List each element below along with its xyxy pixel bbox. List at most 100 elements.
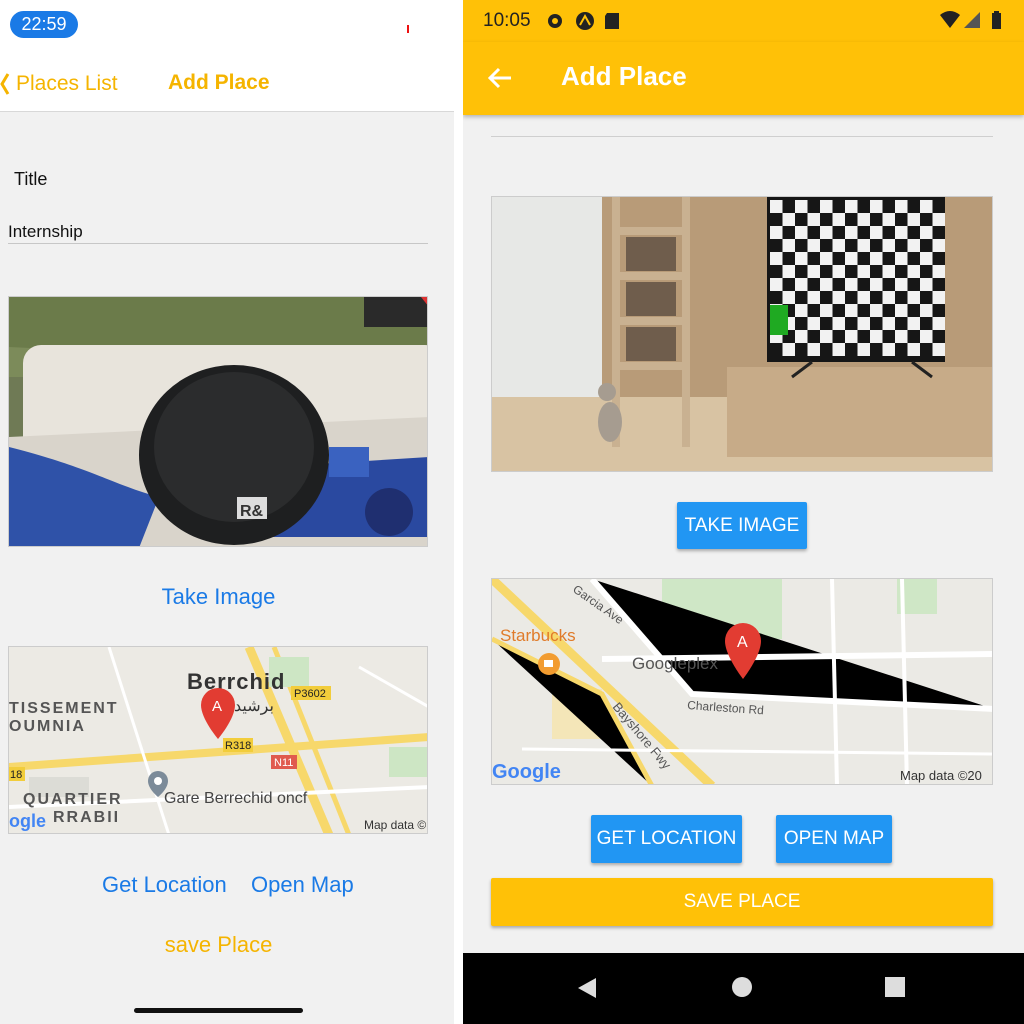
- checker-square: [907, 213, 920, 226]
- checker-square: [795, 304, 808, 317]
- google-logo: ogle: [9, 811, 46, 831]
- checker-square: [870, 278, 883, 291]
- map-place-label: Googleplex: [632, 654, 719, 673]
- map-district-label: TISSEMENT: [9, 700, 119, 717]
- checker-square: [857, 239, 870, 252]
- checker-square: [932, 291, 945, 304]
- wifi-icon: [940, 11, 960, 28]
- checker-square: [832, 265, 845, 278]
- save-place-button[interactable]: SAVE PLACE: [491, 878, 993, 926]
- checker-square: [795, 330, 808, 343]
- checker-square: [907, 265, 920, 278]
- checker-square: [795, 252, 808, 265]
- title-input-underline[interactable]: [491, 136, 993, 137]
- checker-square: [795, 278, 808, 291]
- sd-card-icon: [605, 13, 619, 29]
- checker-square: [832, 239, 845, 252]
- checker-square: [795, 200, 808, 213]
- checker-square: [920, 304, 933, 317]
- back-button[interactable]: Places List: [0, 68, 118, 100]
- location-map-preview[interactable]: Starbucks Googleplex Charleston Rd Garci…: [491, 578, 993, 785]
- checker-square: [920, 200, 933, 213]
- get-location-button[interactable]: GET LOCATION: [591, 815, 742, 863]
- status-bar: 10:05: [463, 0, 1024, 42]
- nav-back-icon[interactable]: [576, 976, 598, 1000]
- back-button-label: Places List: [16, 72, 118, 95]
- chevron-left-icon: [0, 73, 10, 95]
- checker-square: [807, 213, 820, 226]
- checker-square: [820, 278, 833, 291]
- checker-square: [845, 304, 858, 317]
- checker-square: [895, 252, 908, 265]
- title-input[interactable]: Internship: [8, 222, 428, 244]
- checker-square: [882, 239, 895, 252]
- location-map-preview[interactable]: Berrchid برشيد TISSEMENT OUMNIA QUARTIER…: [8, 646, 428, 834]
- ios-screen: 22:59 Places List Add Place Title Intern…: [0, 0, 454, 1024]
- map-city-label: Berrchid: [187, 669, 285, 694]
- checker-square: [920, 252, 933, 265]
- checker-square: [907, 239, 920, 252]
- page-title: Add Place: [561, 61, 687, 91]
- status-system-icons: [940, 11, 1001, 29]
- checker-square: [920, 330, 933, 343]
- map-road-label: R318: [225, 740, 251, 752]
- checker-square: [870, 304, 883, 317]
- nav-home-icon[interactable]: [731, 976, 753, 998]
- checker-square: [932, 265, 945, 278]
- map-tiles: Starbucks Googleplex Charleston Rd Garci…: [492, 579, 992, 784]
- map-road-label: N11: [274, 757, 293, 769]
- navigation-bar: [463, 953, 1024, 1024]
- place-photo: [491, 196, 993, 472]
- signal-icon: [964, 12, 980, 28]
- checker-square: [820, 304, 833, 317]
- settings-icon: [548, 14, 562, 28]
- take-image-button[interactable]: Take Image: [0, 584, 437, 610]
- map-attribution: Map data ©: [364, 818, 426, 832]
- map-road-label: P3602: [294, 688, 326, 700]
- checker-square: [770, 200, 783, 213]
- app-bar: Add Place: [463, 42, 1024, 115]
- checker-square: [932, 213, 945, 226]
- take-image-button[interactable]: TAKE IMAGE: [677, 502, 807, 549]
- nav-recents-icon[interactable]: [885, 977, 905, 997]
- map-district-label: QUARTIER: [23, 791, 123, 808]
- map-district-label: OUMNIA: [9, 718, 86, 735]
- map-station-label: Gare Berrechid oncf: [164, 790, 308, 807]
- checker-square: [907, 343, 920, 356]
- checker-square: [832, 317, 845, 330]
- checker-square: [907, 291, 920, 304]
- checker-square: [895, 226, 908, 239]
- cafe-pin-icon: [538, 653, 560, 675]
- get-location-button[interactable]: Get Location: [102, 872, 227, 898]
- checker-square: [845, 330, 858, 343]
- checker-square: [782, 291, 795, 304]
- home-indicator[interactable]: [134, 1008, 303, 1013]
- open-map-button[interactable]: OPEN MAP: [776, 815, 892, 863]
- place-photo: R&: [8, 296, 428, 547]
- checker-square: [845, 278, 858, 291]
- checker-square: [782, 239, 795, 252]
- checker-square: [920, 226, 933, 239]
- checker-square: [845, 200, 858, 213]
- checker-square: [807, 343, 820, 356]
- map-marker-letter: A: [737, 634, 748, 651]
- status-time: 22:59: [10, 11, 78, 38]
- map-marker-letter: A: [212, 698, 222, 715]
- checker-square: [807, 291, 820, 304]
- save-place-button[interactable]: save Place: [0, 932, 437, 958]
- open-map-button[interactable]: Open Map: [251, 872, 354, 898]
- checker-square: [907, 317, 920, 330]
- android-screen: 10:05 Add Place TAKE IMAGE Starbucks Goo…: [463, 0, 1024, 1024]
- checker-square: [882, 343, 895, 356]
- photo-mouse-on-pad: R&: [9, 297, 427, 546]
- checker-square: [832, 343, 845, 356]
- checker-square: [870, 226, 883, 239]
- checker-square: [795, 226, 808, 239]
- checker-square: [932, 239, 945, 252]
- checker-square: [882, 265, 895, 278]
- page-title: Add Place: [168, 71, 270, 94]
- checker-square: [845, 226, 858, 239]
- checker-square: [895, 304, 908, 317]
- arrow-back-icon[interactable]: [487, 66, 513, 90]
- checker-square: [807, 317, 820, 330]
